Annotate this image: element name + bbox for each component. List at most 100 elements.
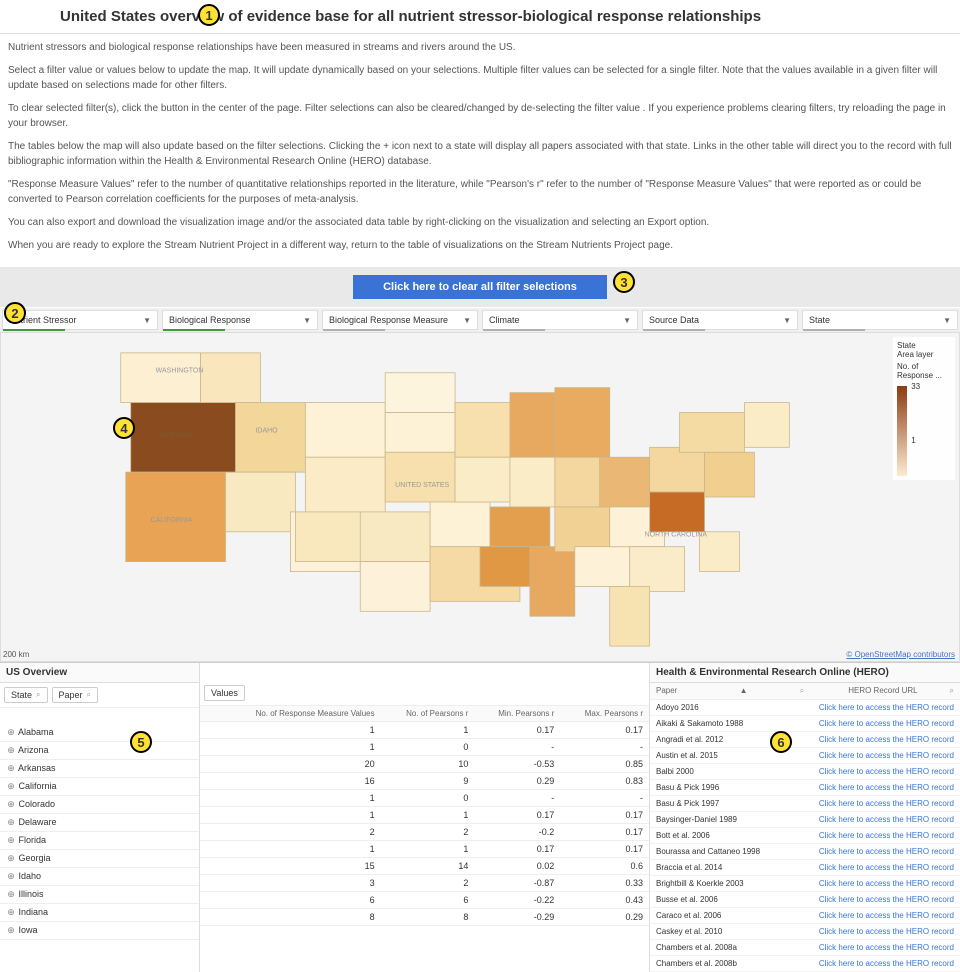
page-title: United States overview of evidence base … (0, 0, 960, 34)
expand-icon[interactable]: ⊕ (6, 871, 16, 882)
table-row[interactable]: ⊕ Indiana (0, 904, 199, 922)
hero-link[interactable]: Click here to access the HERO record (819, 799, 954, 808)
hero-link[interactable]: Click here to access the HERO record (819, 831, 954, 840)
filter-source-data[interactable]: Source Data ▼ (642, 310, 798, 330)
hero-link[interactable]: Click here to access the HERO record (819, 767, 954, 776)
filter-biological-response-measure[interactable]: Biological Response Measure▼ (322, 310, 478, 330)
expand-icon[interactable]: ⊕ (6, 763, 16, 774)
hero-row: Bourassa and Cattaneo 1998 Click here to … (650, 844, 960, 860)
us-map[interactable]: 4 (0, 332, 960, 662)
table-row: 66-0.220.43 (200, 892, 649, 909)
filter-biological-response[interactable]: Biological Response▼ (162, 310, 318, 330)
paper-filter-pill[interactable]: Paper⌕ (52, 687, 99, 703)
state-filter-pill[interactable]: State ⌕ (4, 687, 48, 703)
hero-row: Brightbill & Koerkle 2003Click here to a… (650, 876, 960, 892)
hero-link[interactable]: Click here to access the HERO record (819, 783, 954, 792)
hero-row: Chambers et al. 2008aClick here to acces… (650, 940, 960, 956)
svg-text:WASHINGTON: WASHINGTON (156, 368, 204, 375)
filter-label: Source Data (649, 315, 699, 325)
table-row[interactable]: ⊕ Colorado (0, 796, 199, 814)
hero-row: Chambers et al. 2008b Click here to acces… (650, 956, 960, 972)
hero-row: Basu & Pick 1996Click here to access the… (650, 780, 960, 796)
expand-icon[interactable]: ⊕ (6, 889, 16, 900)
hero-row: Austin et al. 2015 Click here to access t… (650, 748, 960, 764)
hero-link[interactable]: Click here to access the HERO record (819, 815, 954, 824)
hero-link[interactable]: Click here to access the HERO record (819, 719, 954, 728)
hero-link[interactable]: Click here to access the HERO record (819, 703, 954, 712)
table-row[interactable]: ⊕ Idaho (0, 868, 199, 886)
annotation-1: 1 (198, 4, 220, 26)
hero-row: Basu & Pick 1997 Click here to access the… (650, 796, 960, 812)
table-row[interactable]: ⊕ Alabama (0, 724, 199, 742)
hero-paper: Austin et al. 2015 (656, 751, 718, 760)
values-pill[interactable]: Values (204, 685, 245, 701)
expand-icon[interactable]: ⊕ (6, 799, 16, 810)
chevron-down-icon: ▼ (943, 316, 951, 325)
hero-row: Balbi 2000Click here to access the HERO … (650, 764, 960, 780)
hero-link[interactable]: Click here to access the HERO record (819, 735, 954, 744)
annotation-2: 2 (4, 302, 26, 324)
values-label: Values (211, 688, 238, 698)
hero-paper: Basu & Pick 1997 (656, 799, 719, 808)
table-row[interactable]: ⊕ Arizona (0, 742, 199, 760)
hero-link[interactable]: Click here to access the HERO record (819, 927, 954, 936)
table-row[interactable]: ⊕ Arkansas (0, 760, 199, 778)
map-attribution[interactable]: © OpenStreetMap contributors (846, 650, 955, 659)
annotation-5: 5 (130, 731, 152, 753)
pill-state-label: State (11, 690, 32, 700)
table-row[interactable]: ⊕ California (0, 778, 199, 796)
column-header[interactable]: No. of Response Measure Values (215, 706, 380, 722)
hero-row: Aikaki & Sakamoto 1988 Click here to acce… (650, 716, 960, 732)
hero-col-url[interactable]: HERO Record URL (848, 686, 917, 695)
expand-icon[interactable]: ⊕ (6, 925, 16, 936)
hero-link[interactable]: Click here to access the HERO record (819, 751, 954, 760)
clear-filters-button[interactable]: Click here to clear all filter selection… (353, 275, 607, 299)
search-icon: ⌕ (36, 690, 40, 700)
legend-min: 1 (911, 436, 915, 445)
intro-p1: Nutrient stressors and biological respon… (8, 40, 952, 55)
hero-row: Baysinger-Daniel 1989 Click here to acces… (650, 812, 960, 828)
search-icon[interactable]: ⌕ (950, 686, 954, 695)
table-row[interactable]: ⊕ Georgia (0, 850, 199, 868)
hero-paper: Chambers et al. 2008b (656, 959, 737, 968)
hero-link[interactable]: Click here to access the HERO record (819, 959, 954, 968)
filter-climate[interactable]: Climate▼ (482, 310, 638, 330)
table-row[interactable]: ⊕ Delaware (0, 814, 199, 832)
expand-icon[interactable]: ⊕ (6, 835, 16, 846)
search-icon[interactable]: ⌕ (800, 686, 804, 695)
column-header[interactable]: Min. Pearsons r (474, 706, 560, 722)
table-row[interactable]: ⊕ Illinois (0, 886, 199, 904)
hero-link[interactable]: Click here to access the HERO record (819, 943, 954, 952)
intro-p3: To clear selected filter(s), click the b… (8, 101, 952, 131)
hero-rows: Adoyo 2016 Click here to access the HERO … (650, 700, 960, 972)
hero-paper: Aikaki & Sakamoto 1988 (656, 719, 743, 728)
expand-icon[interactable]: ⊕ (6, 853, 16, 864)
hero-paper: Adoyo 2016 (656, 703, 699, 712)
expand-icon[interactable]: ⊕ (6, 745, 16, 756)
column-header[interactable]: No. of Pearsons r (381, 706, 475, 722)
hero-col-paper[interactable]: Paper (656, 686, 677, 695)
intro-p6: You can also export and download the vis… (8, 215, 952, 230)
hero-link[interactable]: Click here to access the HERO record (819, 863, 954, 872)
filter-state[interactable]: State ▼ (802, 310, 958, 330)
table-row[interactable]: ⊕ Florida (0, 832, 199, 850)
hero-paper: Baysinger-Daniel 1989 (656, 815, 737, 824)
expand-icon[interactable]: ⊕ (6, 817, 16, 828)
svg-text:UNITED STATES: UNITED STATES (395, 482, 449, 489)
table-row[interactable]: ⊕ Iowa (0, 922, 199, 940)
hero-link[interactable]: Click here to access the HERO record (819, 847, 954, 856)
column-header[interactable] (200, 706, 215, 722)
table-row: 10-- (200, 739, 649, 756)
expand-icon[interactable]: ⊕ (6, 907, 16, 918)
table-row: 1690.290.83 (200, 773, 649, 790)
chevron-down-icon: ▼ (783, 316, 791, 325)
expand-icon[interactable]: ⊕ (6, 781, 16, 792)
hero-paper: Bourassa and Cattaneo 1998 (656, 847, 760, 856)
hero-row: Angradi et al. 2012Click here to access … (650, 732, 960, 748)
expand-icon[interactable]: ⊕ (6, 727, 16, 738)
hero-link[interactable]: Click here to access the HERO record (819, 895, 954, 904)
filter-label: State (809, 315, 830, 325)
hero-link[interactable]: Click here to access the HERO record (819, 911, 954, 920)
column-header[interactable]: Max. Pearsons r (560, 706, 649, 722)
values-table: No. of Response Measure ValuesNo. of Pea… (200, 706, 649, 926)
